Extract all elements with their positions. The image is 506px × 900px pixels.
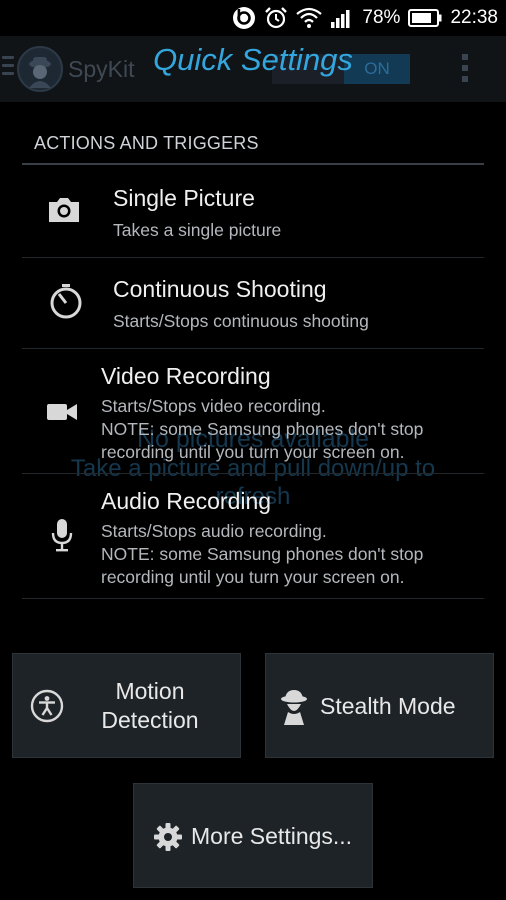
item-title: Single Picture	[113, 185, 255, 211]
beats-icon	[233, 7, 256, 29]
item-title: Continuous Shooting	[113, 276, 327, 302]
item-subtitle: Takes a single picture	[113, 220, 282, 240]
item-note: recording until you turn your screen on.	[101, 442, 405, 462]
motion-label-line1: Motion	[115, 678, 185, 704]
motion-label-line2: Detection	[101, 707, 199, 733]
gear-icon	[154, 823, 182, 851]
wifi-icon	[296, 7, 323, 28]
item-title: Video Recording	[101, 363, 271, 389]
more-settings-label: More Settings...	[191, 823, 353, 849]
accessibility-icon	[30, 689, 64, 723]
action-single-picture[interactable]: Single Picture Takes a single picture	[22, 167, 484, 257]
camera-icon	[49, 198, 79, 222]
motion-detection-label: Motion Detection	[73, 677, 227, 735]
signal-icon	[331, 10, 350, 28]
item-subtitle: Starts/Stops video recording.	[101, 396, 326, 416]
item-subtitle: Starts/Stops continuous shooting	[113, 311, 369, 331]
more-settings-button[interactable]: More Settings...	[133, 783, 373, 888]
action-audio-recording[interactable]: Audio Recording Starts/Stops audio recor…	[22, 474, 484, 598]
action-continuous-shooting[interactable]: Continuous Shooting Starts/Stops continu…	[22, 258, 484, 348]
stealth-mode-button[interactable]: Stealth Mode	[265, 653, 494, 758]
item-note: NOTE: some Samsung phones don't stop	[101, 544, 424, 564]
item-title: Audio Recording	[101, 488, 272, 514]
quick-settings-title: Quick Settings	[153, 42, 353, 77]
clock: 22:38	[450, 7, 498, 28]
stealth-mode-label: Stealth Mode	[320, 693, 456, 719]
item-subtitle: Starts/Stops audio recording.	[101, 521, 327, 541]
microphone-icon	[51, 519, 73, 552]
section-title: ACTIONS AND TRIGGERS	[34, 133, 259, 153]
section-divider	[22, 163, 484, 165]
status-bar: 78% 22:38	[0, 0, 506, 36]
battery-icon	[408, 9, 442, 27]
video-camera-icon	[47, 404, 77, 420]
spy-icon	[281, 690, 307, 725]
motion-detection-button[interactable]: Motion Detection	[12, 653, 241, 758]
alarm-icon	[265, 7, 288, 29]
item-divider	[22, 598, 484, 599]
timer-icon	[50, 284, 82, 319]
battery-percent: 78%	[362, 7, 401, 28]
action-video-recording[interactable]: Video Recording Starts/Stops video recor…	[22, 349, 484, 473]
item-note: NOTE: some Samsung phones don't stop	[101, 419, 424, 439]
item-note: recording until you turn your screen on.	[101, 567, 405, 587]
